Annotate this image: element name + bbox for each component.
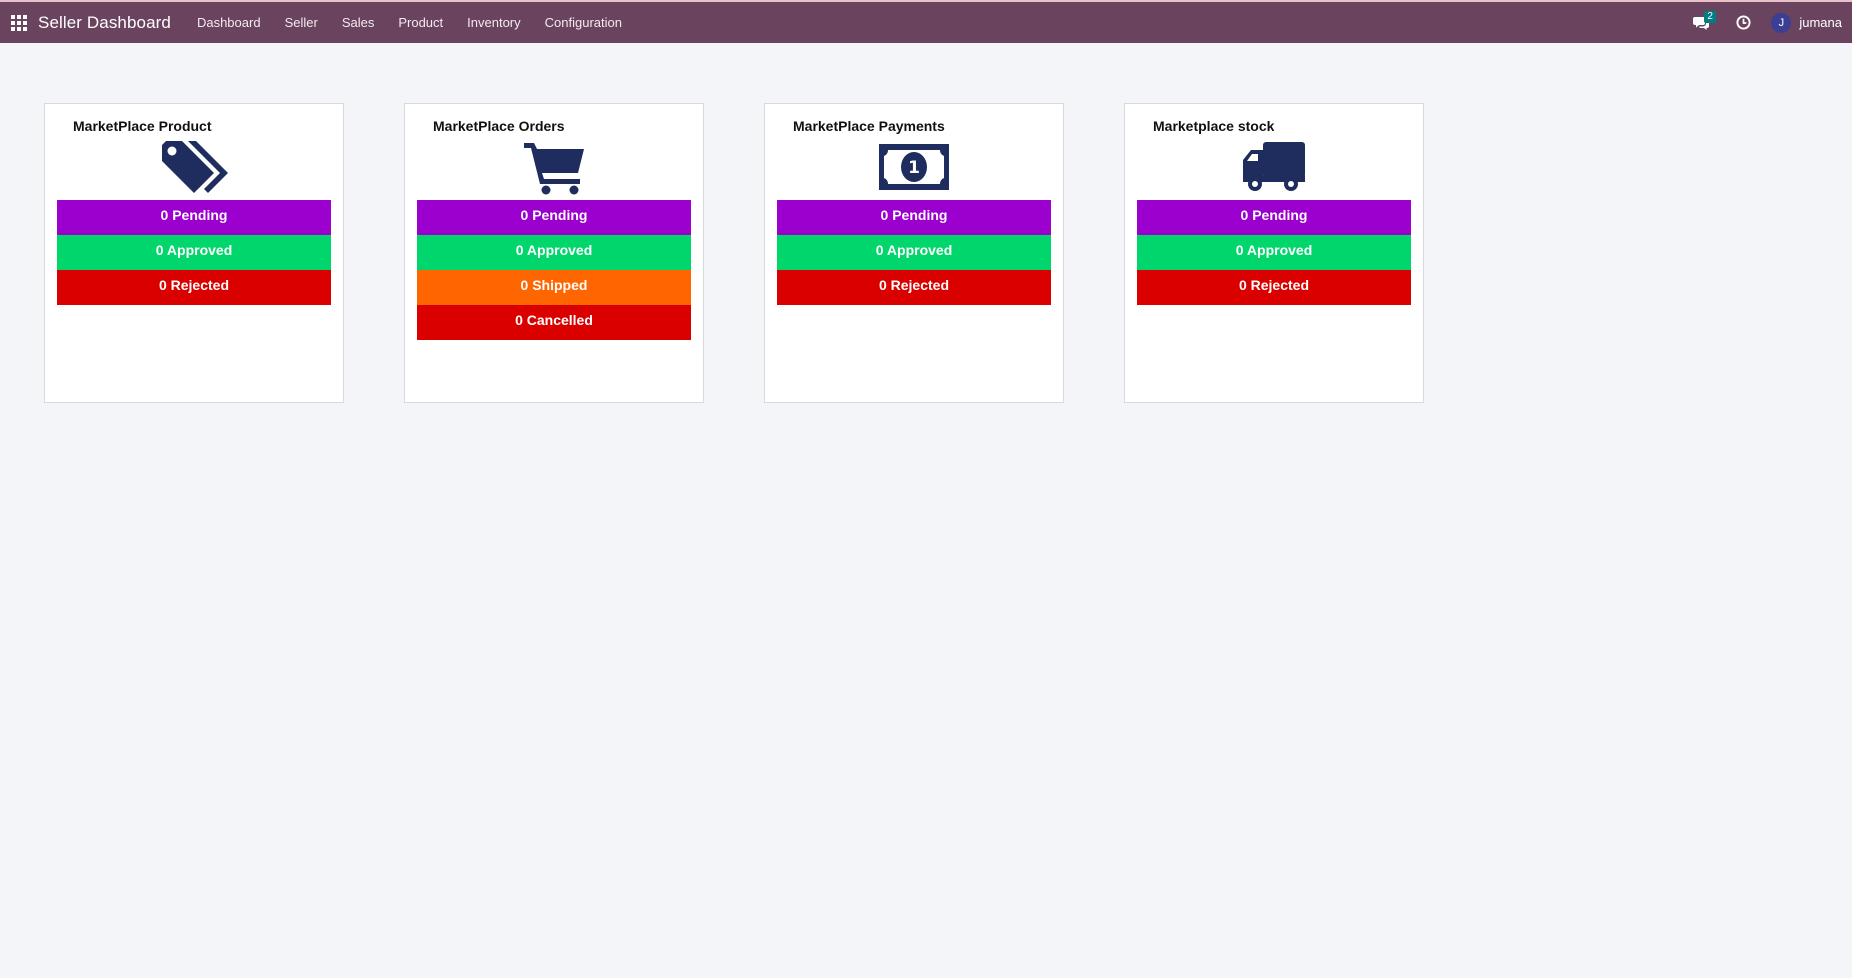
product-rejected-stat[interactable]: 0 Rejected [57, 270, 331, 305]
card-title: MarketPlace Product [73, 118, 212, 134]
menu-seller[interactable]: Seller [273, 2, 330, 43]
menu-sales[interactable]: Sales [330, 2, 387, 43]
orders-cancelled-stat[interactable]: 0 Cancelled [417, 305, 691, 340]
navbar-systray: 2 J jumana [1685, 2, 1852, 43]
stock-rejected-stat[interactable]: 0 Rejected [1137, 270, 1411, 305]
stock-pending-stat[interactable]: 0 Pending [1137, 200, 1411, 235]
svg-text:1: 1 [908, 158, 920, 178]
menu-inventory[interactable]: Inventory [455, 2, 532, 43]
tags-icon [57, 136, 331, 198]
payments-rejected-stat[interactable]: 0 Rejected [777, 270, 1051, 305]
card-marketplace-payments: MarketPlace Payments 1 0 Pending 0 Appro… [764, 103, 1064, 403]
apps-grid-icon[interactable] [0, 2, 38, 43]
truck-icon [1137, 136, 1411, 198]
menu-configuration[interactable]: Configuration [533, 2, 634, 43]
top-navbar: Seller Dashboard Dashboard Seller Sales … [0, 0, 1852, 43]
chat-count-badge: 2 [1704, 11, 1716, 23]
orders-pending-stat[interactable]: 0 Pending [417, 200, 691, 235]
clock-icon[interactable] [1725, 2, 1761, 43]
main-menu: Dashboard Seller Sales Product Inventory… [185, 2, 634, 43]
payments-approved-stat[interactable]: 0 Approved [777, 235, 1051, 270]
product-pending-stat[interactable]: 0 Pending [57, 200, 331, 235]
card-marketplace-orders: MarketPlace Orders 0 Pending 0 Approved … [404, 103, 704, 403]
menu-dashboard[interactable]: Dashboard [185, 2, 273, 43]
money-bill-icon: 1 [777, 136, 1051, 198]
payments-pending-stat[interactable]: 0 Pending [777, 200, 1051, 235]
orders-approved-stat[interactable]: 0 Approved [417, 235, 691, 270]
user-menu[interactable]: J jumana [1771, 12, 1842, 33]
product-approved-stat[interactable]: 0 Approved [57, 235, 331, 270]
shopping-cart-icon [417, 136, 691, 198]
stock-approved-stat[interactable]: 0 Approved [1137, 235, 1411, 270]
card-title: MarketPlace Orders [433, 118, 565, 134]
app-title[interactable]: Seller Dashboard [38, 13, 171, 33]
chat-icon[interactable]: 2 [1685, 2, 1717, 43]
dashboard-cards: MarketPlace Product 0 Pending 0 Approved… [44, 103, 1484, 403]
user-name: jumana [1799, 15, 1842, 30]
orders-shipped-stat[interactable]: 0 Shipped [417, 270, 691, 305]
card-marketplace-stock: Marketplace stock 0 Pending 0 Approved 0… [1124, 103, 1424, 403]
menu-product[interactable]: Product [386, 2, 455, 43]
card-title: Marketplace stock [1153, 118, 1275, 134]
card-marketplace-product: MarketPlace Product 0 Pending 0 Approved… [44, 103, 344, 403]
avatar: J [1771, 12, 1792, 33]
card-title: MarketPlace Payments [793, 118, 945, 134]
